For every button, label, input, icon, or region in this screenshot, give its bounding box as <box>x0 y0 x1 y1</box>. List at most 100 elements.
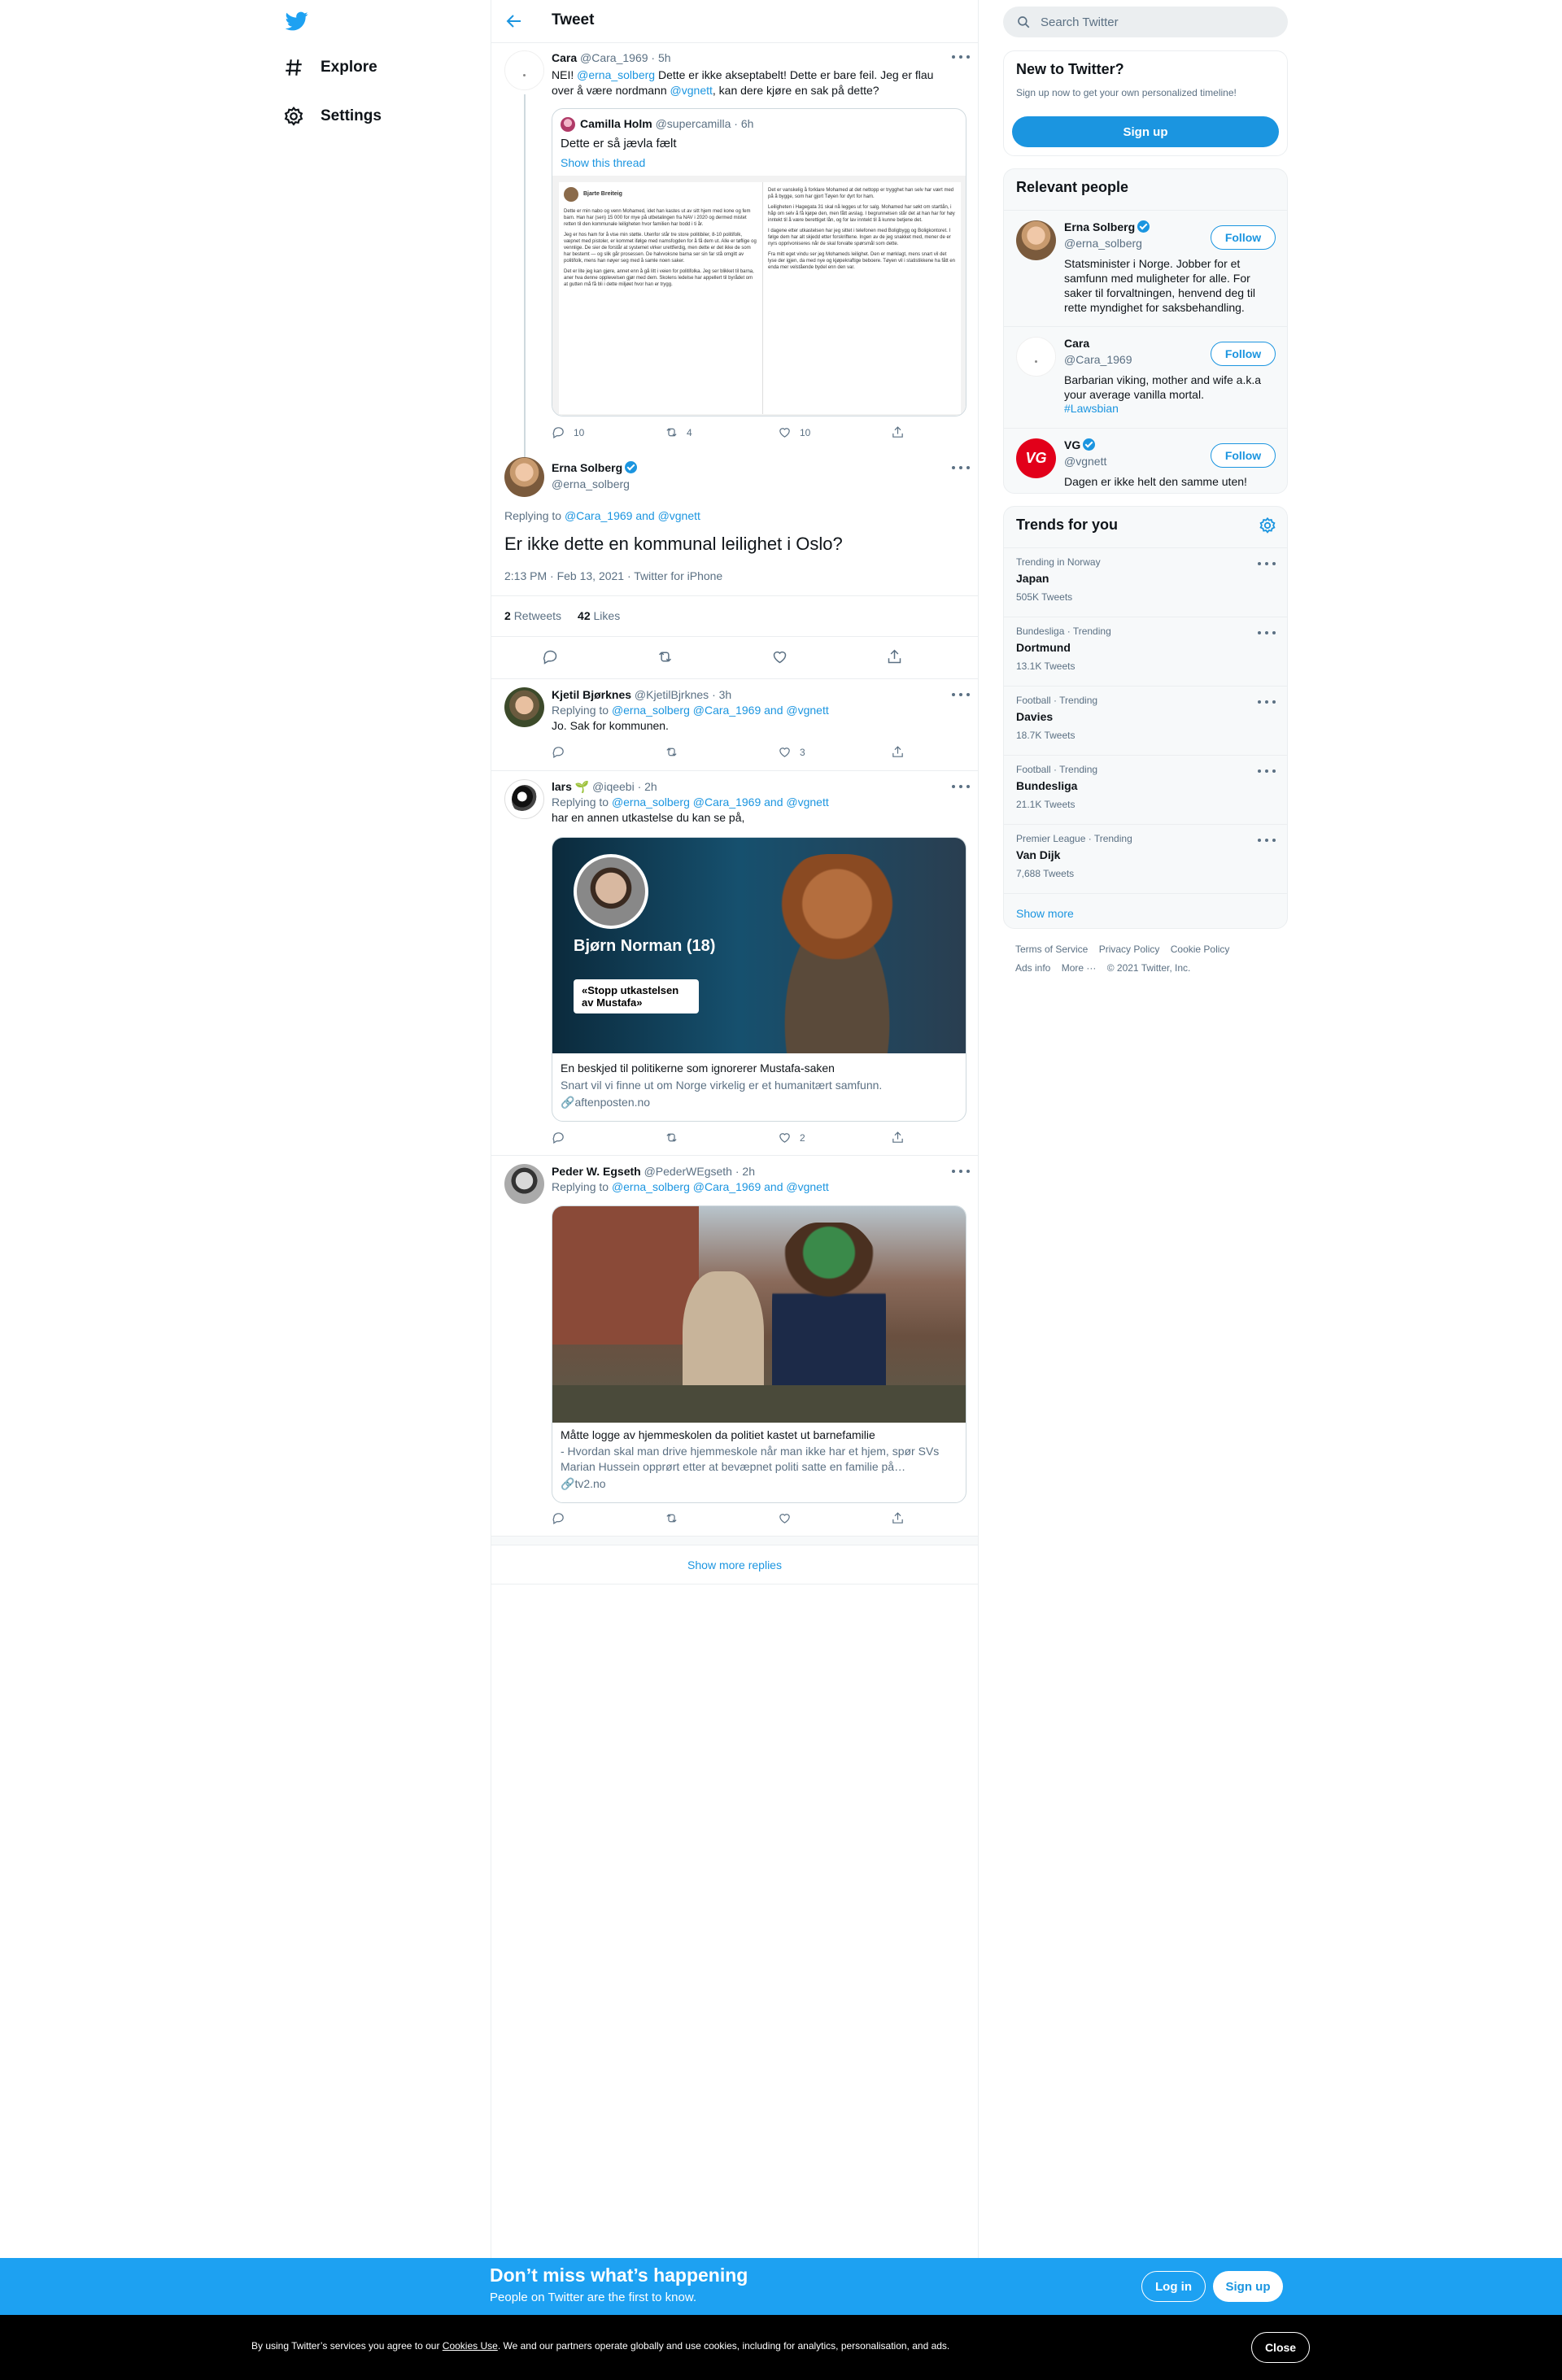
search-input[interactable] <box>1041 15 1268 29</box>
retweet-button[interactable] <box>665 1511 778 1525</box>
retweet-button[interactable] <box>657 648 771 665</box>
trend-more-button[interactable] <box>1258 836 1276 844</box>
trend-item[interactable]: Trending in Norway Japan 505K Tweets <box>1004 547 1287 617</box>
lars-avatar[interactable] <box>504 779 544 819</box>
quoted-tweet-card[interactable]: Camilla Holm @supercamilla · 6h Dette er… <box>552 108 966 416</box>
reply-button[interactable] <box>542 648 657 665</box>
terms-link[interactable]: Terms of Service <box>1015 944 1088 955</box>
replying-mentions[interactable]: @erna_solberg @Cara_1969 and @vgnett <box>612 1180 829 1193</box>
erna-avatar[interactable] <box>504 457 544 497</box>
peder-avatar[interactable] <box>504 1164 544 1204</box>
tweet-author-name[interactable]: Cara <box>552 50 577 66</box>
show-more-replies-button[interactable]: Show more replies <box>491 1545 978 1584</box>
person-handle[interactable]: @vgnett <box>1064 455 1106 468</box>
reply-author-handle[interactable]: @iqeebi <box>592 779 635 795</box>
more-options-button[interactable] <box>952 464 970 472</box>
retweet-button[interactable]: 4 <box>665 425 778 439</box>
retweets-stat[interactable]: 2 Retweets <box>504 609 561 622</box>
trend-item[interactable]: Football · Trending Bundesliga 21.1K Twe… <box>1004 755 1287 824</box>
like-button[interactable] <box>771 648 886 665</box>
trend-item[interactable]: Bundesliga · Trending Dortmund 13.1K Twe… <box>1004 617 1287 686</box>
reply-author-name[interactable]: Kjetil Bjørknes <box>552 687 631 703</box>
replying-mentions[interactable]: @Cara_1969 and @vgnett <box>565 509 700 522</box>
nav-settings[interactable]: Settings <box>283 106 382 127</box>
person-row[interactable]: Erna Solberg @erna_solberg Follow Statsm… <box>1004 210 1287 314</box>
nav-explore[interactable]: Explore <box>283 57 377 78</box>
reply-time[interactable]: · 2h <box>735 1164 755 1179</box>
twitter-logo-icon[interactable] <box>283 10 311 33</box>
log-in-button[interactable]: Log in <box>1141 2271 1206 2302</box>
reply-button[interactable] <box>552 745 665 759</box>
like-button[interactable]: 10 <box>778 425 891 439</box>
person-row[interactable]: VG VG @vgnett Follow Dagen er ikke helt … <box>1004 428 1287 488</box>
like-button[interactable] <box>778 1511 891 1525</box>
share-button[interactable] <box>891 745 1004 759</box>
person-name[interactable]: Cara <box>1064 337 1089 350</box>
more-options-button[interactable] <box>952 782 970 791</box>
share-button[interactable] <box>891 1511 1004 1525</box>
avatar[interactable] <box>1016 220 1056 260</box>
replying-mentions[interactable]: @erna_solberg @Cara_1969 and @vgnett <box>612 704 829 717</box>
like-button[interactable]: 2 <box>778 1131 891 1144</box>
share-button[interactable] <box>891 425 1004 439</box>
vg-logo-avatar[interactable]: VG <box>1016 438 1056 478</box>
more-options-button[interactable] <box>952 1167 970 1175</box>
share-button[interactable] <box>886 648 1001 665</box>
trend-more-button[interactable] <box>1258 767 1276 775</box>
ads-info-link[interactable]: Ads info <box>1015 962 1050 974</box>
trend-item[interactable]: Football · Trending Davies 18.7K Tweets <box>1004 686 1287 755</box>
hashtag-link[interactable]: #Lawsbian <box>1064 402 1119 415</box>
follow-button[interactable]: Follow <box>1211 225 1276 250</box>
tweet-timestamp[interactable]: 2:13 PM · Feb 13, 2021 · Twitter for iPh… <box>504 569 722 582</box>
likes-stat[interactable]: 42 Likes <box>578 609 620 622</box>
follow-button[interactable]: Follow <box>1211 443 1276 468</box>
link-card[interactable]: Bjørn Norman (18) «Stopp utkastelsen av … <box>552 837 966 1122</box>
close-cookie-button[interactable]: Close <box>1251 2332 1310 2363</box>
sign-up-button[interactable]: Sign up <box>1213 2271 1283 2302</box>
cookies-use-link[interactable]: Cookies Use <box>443 2340 498 2352</box>
tweet-time[interactable]: · 5h <box>651 50 670 66</box>
cookie-policy-link[interactable]: Cookie Policy <box>1171 944 1230 955</box>
person-row[interactable]: Cara @Cara_1969 Follow Barbarian viking,… <box>1004 326 1287 415</box>
reply-time[interactable]: · 2h <box>638 779 657 795</box>
person-handle[interactable]: @Cara_1969 <box>1064 353 1132 366</box>
trend-more-button[interactable] <box>1258 560 1276 568</box>
retweet-button[interactable] <box>665 1131 778 1144</box>
like-button[interactable]: 3 <box>778 745 891 759</box>
trend-more-button[interactable] <box>1258 629 1276 637</box>
link-card[interactable]: Måtte logge av hjemmeskolen da politiet … <box>552 1205 966 1503</box>
show-thread-link[interactable]: Show this thread <box>561 156 645 169</box>
reply-author-handle[interactable]: @KjetilBjrknes <box>635 687 709 703</box>
more-options-button[interactable] <box>952 691 970 699</box>
reply-author-name[interactable]: lars 🌱 <box>552 779 589 795</box>
mention-link[interactable]: @erna_solberg <box>577 68 655 81</box>
more-link[interactable]: More ··· <box>1062 962 1097 974</box>
cara-avatar[interactable] <box>504 50 544 90</box>
sign-up-button[interactable]: Sign up <box>1012 116 1279 147</box>
replying-mentions[interactable]: @erna_solberg @Cara_1969 and @vgnett <box>612 796 829 809</box>
trend-item[interactable]: Premier League · Trending Van Dijk 7,688… <box>1004 824 1287 893</box>
person-name[interactable]: Erna Solberg <box>1064 220 1135 233</box>
avatar[interactable] <box>1016 337 1056 377</box>
reply-button[interactable]: 10 <box>552 425 665 439</box>
tweet-author-handle[interactable]: @Cara_1969 <box>580 50 648 66</box>
person-name[interactable]: VG <box>1064 438 1080 451</box>
back-arrow-icon[interactable] <box>504 11 524 31</box>
reply-author-handle[interactable]: @PederWEgseth <box>644 1164 732 1179</box>
reply-button[interactable] <box>552 1511 665 1525</box>
reply-time[interactable]: · 3h <box>712 687 731 703</box>
share-button[interactable] <box>891 1131 1004 1144</box>
reply-button[interactable] <box>552 1131 665 1144</box>
mention-link[interactable]: @vgnett <box>670 84 713 97</box>
reply-author-name[interactable]: Peder W. Egseth <box>552 1164 641 1179</box>
settings-gear-icon[interactable] <box>1259 517 1276 534</box>
follow-button[interactable]: Follow <box>1211 342 1276 366</box>
tweet-author-name[interactable]: Erna Solberg <box>552 461 622 474</box>
privacy-link[interactable]: Privacy Policy <box>1099 944 1160 955</box>
show-more-trends-link[interactable]: Show more <box>1004 893 1287 928</box>
person-handle[interactable]: @erna_solberg <box>1064 237 1142 250</box>
tweet-author-handle[interactable]: @erna_solberg <box>552 477 637 490</box>
trend-more-button[interactable] <box>1258 698 1276 706</box>
more-options-button[interactable] <box>952 53 970 61</box>
retweet-button[interactable] <box>665 745 778 759</box>
